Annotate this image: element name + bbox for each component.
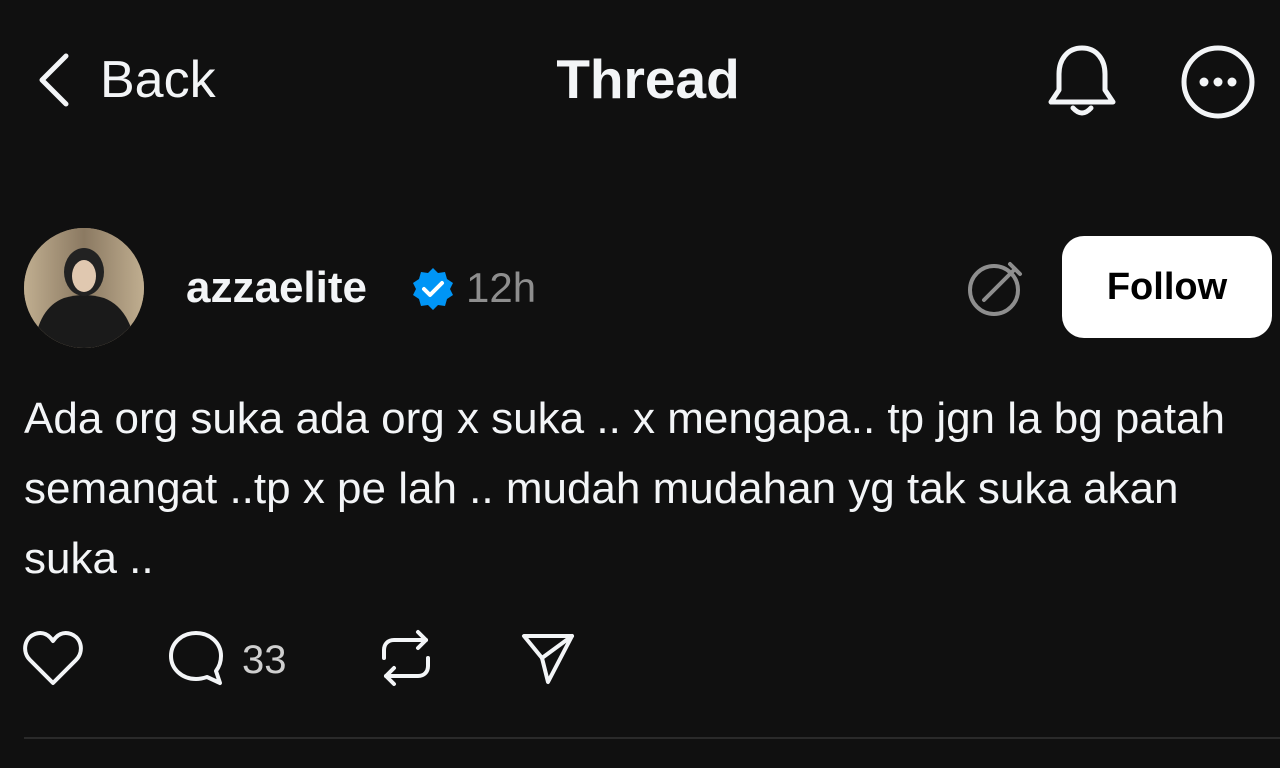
username[interactable]: azzaelite [186,262,367,314]
divider [24,737,1280,739]
comment-icon [166,628,226,693]
repost-button[interactable] [376,628,436,692]
avatar[interactable] [24,228,144,348]
share-button[interactable] [518,628,578,692]
thread-screen: Back Thread azzaelite 12h Follow Ada org… [0,0,1280,768]
repost-icon [376,628,436,693]
post-text: Ada org suka ada org x suka .. x mengapa… [24,394,1225,583]
edited-indicator-icon [964,256,1028,320]
more-options-icon [1178,45,1258,126]
notifications-button[interactable] [1042,40,1122,120]
like-button[interactable] [22,628,84,692]
send-icon [518,628,578,693]
bell-icon [1042,45,1122,124]
verified-badge-icon [410,266,456,312]
reply-count: 33 [242,638,287,682]
reply-button[interactable]: 33 [166,628,287,692]
more-options-button[interactable] [1178,42,1258,122]
follow-button[interactable]: Follow [1062,236,1272,338]
heart-icon [22,629,84,692]
post-timestamp: 12h [466,264,537,311]
